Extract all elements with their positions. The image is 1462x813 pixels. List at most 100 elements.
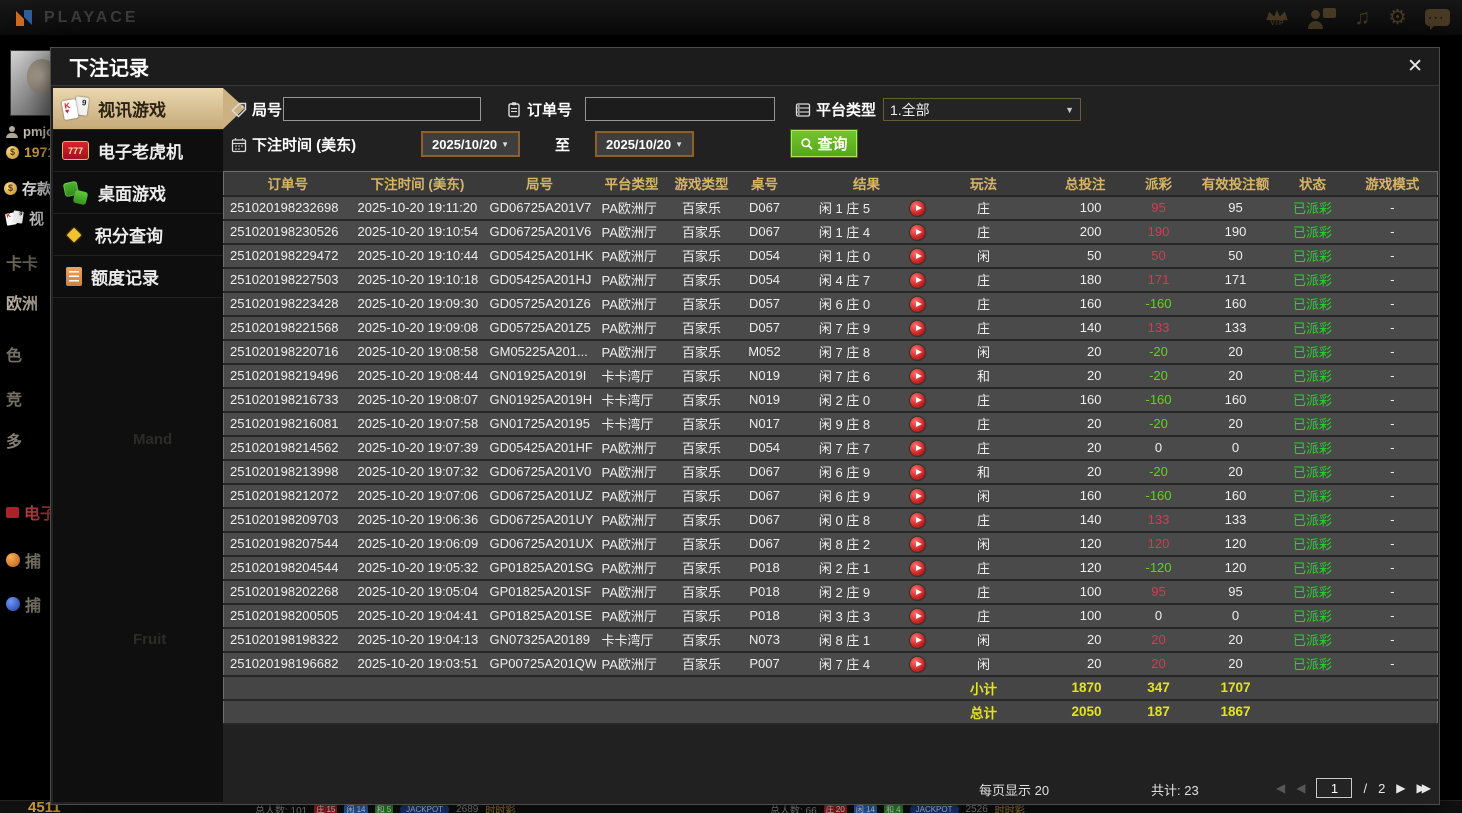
replay-video-button[interactable] (910, 512, 925, 528)
cell-result: 闲 1 庄 4 (793, 219, 896, 245)
vip-icon[interactable]: VIP (1264, 8, 1290, 27)
cell-play-type: 庄 (939, 435, 1028, 461)
first-page-icon[interactable]: ◀ (1276, 781, 1285, 795)
cell-bet-time: 2025-10-20 19:05:32 (351, 555, 484, 581)
cell-bet-time: 2025-10-20 19:04:41 (351, 603, 484, 629)
replay-video-button[interactable] (910, 200, 925, 216)
cell (1277, 675, 1348, 701)
lobby-nav-item: 多 (6, 434, 23, 451)
cell-bet-time: 2025-10-20 19:08:44 (351, 363, 484, 389)
replay-video-button[interactable] (910, 416, 925, 432)
replay-video-button[interactable] (910, 392, 925, 408)
replay-video-button[interactable] (910, 464, 925, 480)
music-icon[interactable]: ♫ (1354, 7, 1370, 28)
replay-video-button[interactable] (910, 560, 925, 576)
playace-logo-mark (16, 9, 32, 26)
page-separator: / (1363, 780, 1368, 796)
cell-round-id: GN01725A20195 (483, 411, 596, 437)
table-row: 251020198202268 2025-10-20 19:05:04 GP0182… (223, 579, 1438, 605)
sidebar-item-points[interactable]: 积分查询 (53, 214, 223, 255)
column-header: 总投注 (1027, 171, 1124, 197)
cell-bet-time: 2025-10-20 19:06:09 (351, 531, 484, 557)
lobby-nav-item: 捕 (6, 592, 41, 616)
close-icon[interactable]: ✕ (1407, 57, 1423, 76)
replay-video-button[interactable] (910, 224, 925, 240)
cell-replay (895, 267, 940, 293)
sidebar-item-slots[interactable]: 电子老虎机 (53, 130, 223, 171)
cell-game-type: 百家乐 (667, 291, 736, 317)
cell-round-id: GP00725A201QW (483, 651, 596, 677)
replay-video-button[interactable] (910, 368, 925, 384)
cell-replay (895, 387, 940, 413)
column-header: 下注时间 (美东) (351, 171, 484, 197)
date-from-picker[interactable]: 2025/10/20 ▼ (421, 131, 520, 157)
prev-page-icon[interactable]: ◀ (1296, 781, 1305, 795)
cell-result: 闲 7 庄 6 (793, 363, 896, 389)
cell-payout: -160 (1123, 387, 1194, 413)
replay-video-button[interactable] (910, 656, 925, 672)
platform-type-select[interactable]: 1.全部 ▼ (883, 98, 1081, 121)
next-page-icon[interactable]: ▶ (1396, 781, 1405, 795)
cell-order-id: 251020198212072 (223, 483, 352, 509)
sidebar-item-cards[interactable]: 视讯游戏 (53, 88, 245, 129)
last-page-icon[interactable]: ▶▶ (1417, 781, 1432, 795)
cell-platform: PA欧洲厅 (595, 507, 668, 533)
video-games-nav[interactable]: 视 (6, 208, 44, 229)
replay-video-button[interactable] (910, 584, 925, 600)
replay-video-button[interactable] (910, 296, 925, 312)
cell-result: 闲 2 庄 9 (793, 579, 896, 605)
cell (1347, 699, 1438, 725)
cell-total-bet: 20 (1027, 435, 1124, 461)
replay-video-button[interactable] (910, 440, 925, 456)
user-icon (6, 125, 18, 138)
cell-round-id: GD05425A201HK (483, 243, 596, 269)
cell-game-mode: - (1347, 339, 1438, 365)
chat-bubble-icon[interactable] (1425, 9, 1450, 30)
cell-order-id: 251020198196682 (223, 651, 352, 677)
deposit-button[interactable]: 存款 (4, 178, 52, 199)
chevron-down-icon: ▼ (501, 139, 509, 149)
lobby-nav-item: 色 (6, 348, 23, 365)
replay-video-button[interactable] (910, 272, 925, 288)
banker-count: 庄 15 (314, 804, 338, 813)
cell-total-bet: 200 (1027, 219, 1124, 245)
replay-video-button[interactable] (910, 536, 925, 552)
cell-replay (895, 339, 940, 365)
replay-video-button[interactable] (910, 488, 925, 504)
replay-video-button[interactable] (910, 632, 925, 648)
cell-game-mode: - (1347, 267, 1438, 293)
cell-play-type: 庄 (939, 267, 1028, 293)
cell-platform: PA欧洲厅 (595, 483, 668, 509)
settings-gear-icon[interactable]: ⚙ (1388, 7, 1407, 28)
cell-total-bet: 100 (1027, 579, 1124, 605)
table-row: 251020198212072 2025-10-20 19:07:06 GD0672… (223, 483, 1438, 509)
cell-replay (895, 291, 940, 317)
cell-total-bet: 50 (1027, 243, 1124, 269)
replay-video-button[interactable] (910, 248, 925, 264)
cell-bet-time: 2025-10-20 19:07:39 (351, 435, 484, 461)
round-id-input[interactable] (283, 97, 481, 121)
table-row: 251020198230526 2025-10-20 19:10:54 GD0672… (223, 219, 1438, 245)
cell-status: 已派彩 (1277, 507, 1348, 533)
points-icon (62, 223, 86, 246)
cell-bet-time: 2025-10-20 19:05:04 (351, 579, 484, 605)
cell-replay (895, 507, 940, 533)
sidebar-item-table-games[interactable]: 桌面游戏 (53, 172, 223, 213)
order-id-input[interactable] (585, 97, 775, 121)
replay-video-button[interactable] (910, 320, 925, 336)
cell-platform: 卡卡湾厅 (595, 387, 668, 413)
cell-table-no: D067 (735, 531, 794, 557)
cell-game-type: 百家乐 (667, 243, 736, 269)
replay-video-button[interactable] (910, 608, 925, 624)
date-to-picker[interactable]: 2025/10/20 ▼ (595, 131, 694, 157)
customer-service-icon[interactable] (1308, 6, 1337, 30)
totals-bet: 2050 (1027, 699, 1124, 725)
cell-game-mode: - (1347, 315, 1438, 341)
cell-table-no: D057 (735, 291, 794, 317)
page-number-input[interactable] (1316, 778, 1353, 798)
replay-video-button[interactable] (910, 344, 925, 360)
query-button[interactable]: 查询 (790, 129, 858, 158)
cell-valid-bet: 20 (1193, 411, 1278, 437)
sidebar-item-quota[interactable]: 额度记录 (53, 256, 223, 297)
cell-bet-time: 2025-10-20 19:07:32 (351, 459, 484, 485)
